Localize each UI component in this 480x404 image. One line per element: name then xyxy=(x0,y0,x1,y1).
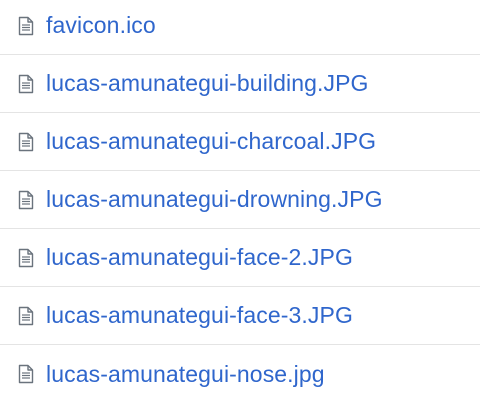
file-link[interactable]: lucas-amunategui-face-3.JPG xyxy=(46,302,353,329)
file-row[interactable]: lucas-amunategui-nose.jpg xyxy=(0,345,480,403)
file-icon xyxy=(18,364,34,384)
file-icon xyxy=(18,306,34,325)
file-row[interactable]: lucas-amunategui-charcoal.JPG xyxy=(0,113,480,171)
file-link[interactable]: lucas-amunategui-nose.jpg xyxy=(46,361,325,388)
file-row[interactable]: lucas-amunategui-drowning.JPG xyxy=(0,171,480,229)
file-link[interactable]: lucas-amunategui-face-2.JPG xyxy=(46,244,353,271)
file-row[interactable]: favicon.ico xyxy=(0,0,480,55)
file-row[interactable]: lucas-amunategui-face-2.JPG xyxy=(0,229,480,287)
file-row[interactable]: lucas-amunategui-face-3.JPG xyxy=(0,287,480,345)
file-icon xyxy=(18,74,34,93)
file-list: favicon.ico lucas-amunategui-building.JP… xyxy=(0,0,480,404)
file-link[interactable]: favicon.ico xyxy=(46,12,156,39)
file-icon xyxy=(18,248,34,267)
file-icon xyxy=(18,16,34,35)
file-icon xyxy=(18,132,34,151)
file-link[interactable]: lucas-amunategui-drowning.JPG xyxy=(46,186,383,213)
file-row[interactable]: lucas-amunategui-building.JPG xyxy=(0,55,480,113)
file-icon xyxy=(18,190,34,209)
file-link[interactable]: lucas-amunategui-building.JPG xyxy=(46,70,369,97)
file-link[interactable]: lucas-amunategui-charcoal.JPG xyxy=(46,128,376,155)
